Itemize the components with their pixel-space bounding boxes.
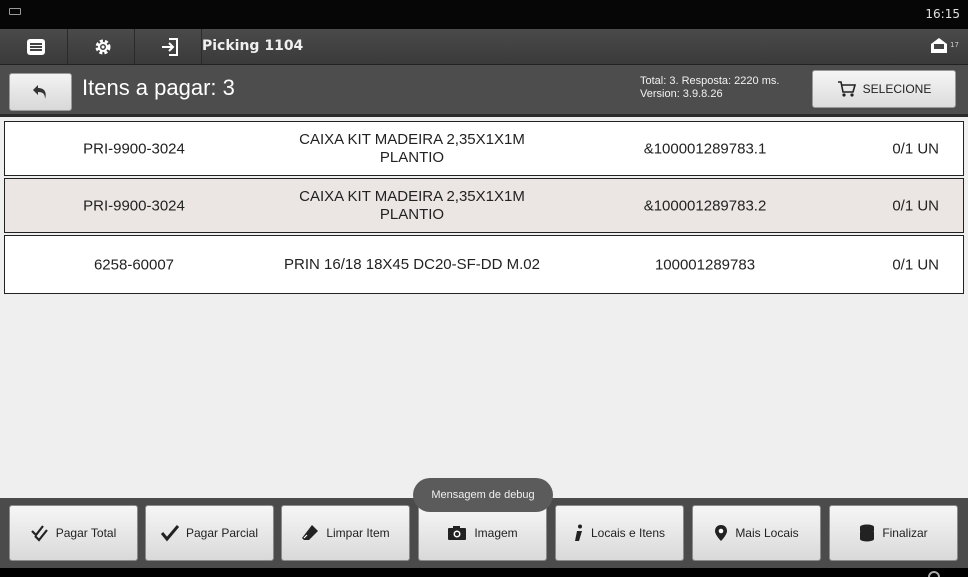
list-item[interactable]: 6258-60007 PRIN 16/18 18X45 DC20-SF-DD M… bbox=[4, 235, 964, 294]
item-description-line1: CAIXA KIT MADEIRA 2,35X1X1M bbox=[299, 130, 525, 148]
item-description-line1: PRIN 16/18 18X45 DC20-SF-DD M.02 bbox=[284, 255, 540, 273]
cart-icon bbox=[837, 81, 856, 97]
item-code: PRI-9900-3024 bbox=[83, 197, 185, 214]
item-quantity: 0/1 UN bbox=[892, 140, 939, 157]
locais-itens-label: Locais e Itens bbox=[590, 526, 666, 540]
mais-locais-button[interactable]: Mais Locais bbox=[692, 505, 821, 561]
item-code: PRI-9900-3024 bbox=[83, 140, 185, 157]
action-bar: Picking 1104 17 bbox=[0, 29, 968, 65]
list-item[interactable]: PRI-9900-3024 CAIXA KIT MADEIRA 2,35X1X1… bbox=[4, 121, 964, 176]
finalizar-button[interactable]: Finalizar bbox=[829, 505, 958, 561]
imagem-label: Imagem bbox=[474, 526, 518, 540]
menu-button[interactable] bbox=[5, 29, 68, 65]
response-info-version: Version: 3.9.8.26 bbox=[640, 88, 723, 100]
screen-title: Picking 1104 bbox=[202, 38, 304, 54]
list-item[interactable]: PRI-9900-3024 CAIXA KIT MADEIRA 2,35X1X1… bbox=[4, 178, 964, 233]
mais-locais-label: Mais Locais bbox=[735, 526, 799, 540]
item-description: CAIXA KIT MADEIRA 2,35X1X1M PLANTIO bbox=[267, 131, 557, 167]
messages-button[interactable]: 17 bbox=[928, 35, 959, 59]
debug-toast: Mensagem de debug bbox=[413, 478, 553, 512]
check-icon bbox=[160, 525, 179, 542]
login-icon bbox=[162, 38, 178, 56]
response-info: Total: 3. Resposta: 2220 ms. Version: 3.… bbox=[640, 75, 779, 101]
camera-icon bbox=[448, 526, 467, 540]
item-quantity: 0/1 UN bbox=[892, 197, 939, 214]
items-list: PRI-9900-3024 CAIXA KIT MADEIRA 2,35X1X1… bbox=[0, 117, 968, 498]
locais-itens-button[interactable]: Locais e Itens bbox=[555, 505, 684, 561]
pagar-parcial-label: Pagar Parcial bbox=[185, 526, 259, 540]
finalizar-label: Finalizar bbox=[882, 526, 928, 540]
settings-button[interactable] bbox=[72, 29, 135, 65]
select-button[interactable]: SELECIONE bbox=[812, 70, 956, 108]
item-quantity: 0/1 UN bbox=[892, 256, 939, 273]
item-description: PRIN 16/18 18X45 DC20-SF-DD M.02 bbox=[267, 256, 557, 274]
pagar-total-label: Pagar Total bbox=[55, 526, 117, 540]
list-header: Itens a pagar: 3 Total: 3. Resposta: 222… bbox=[0, 65, 968, 117]
imagem-button[interactable]: Imagem bbox=[418, 505, 547, 561]
item-description-line2: PLANTIO bbox=[379, 148, 445, 166]
info-icon bbox=[574, 524, 582, 541]
database-icon bbox=[860, 524, 875, 542]
limpar-item-button[interactable]: Limpar Item bbox=[281, 505, 410, 561]
eraser-icon bbox=[302, 525, 319, 540]
status-bar: 16:15 bbox=[0, 0, 968, 29]
items-to-pay-title: Itens a pagar: 3 bbox=[82, 75, 235, 100]
message-count: 17 bbox=[950, 41, 959, 49]
home-icon[interactable] bbox=[928, 571, 940, 577]
item-reference: &100001289783.2 bbox=[643, 197, 767, 214]
message-icon bbox=[931, 38, 947, 53]
clock: 16:15 bbox=[925, 7, 960, 21]
navigation-bar bbox=[0, 568, 968, 577]
item-description-line2: PLANTIO bbox=[379, 205, 445, 223]
item-description: CAIXA KIT MADEIRA 2,35X1X1M PLANTIO bbox=[267, 188, 557, 224]
list-icon bbox=[27, 39, 45, 55]
keyboard-icon bbox=[9, 8, 21, 15]
pagar-total-button[interactable]: Pagar Total bbox=[9, 505, 138, 561]
select-button-label: SELECIONE bbox=[862, 82, 932, 96]
item-reference: 100001289783 bbox=[654, 256, 756, 273]
double-check-icon bbox=[30, 525, 48, 542]
item-code: 6258-60007 bbox=[93, 256, 175, 273]
item-reference: &100001289783.1 bbox=[643, 140, 767, 157]
map-marker-icon bbox=[715, 525, 728, 541]
back-button[interactable] bbox=[9, 73, 72, 111]
login-button[interactable] bbox=[139, 29, 202, 65]
gear-icon bbox=[95, 39, 111, 55]
pagar-parcial-button[interactable]: Pagar Parcial bbox=[145, 505, 274, 561]
item-description-line1: CAIXA KIT MADEIRA 2,35X1X1M bbox=[299, 187, 525, 205]
undo-arrow-icon bbox=[32, 85, 46, 99]
response-info-total: Total: 3. Resposta: 2220 ms. bbox=[640, 75, 780, 87]
limpar-item-label: Limpar Item bbox=[326, 526, 390, 540]
